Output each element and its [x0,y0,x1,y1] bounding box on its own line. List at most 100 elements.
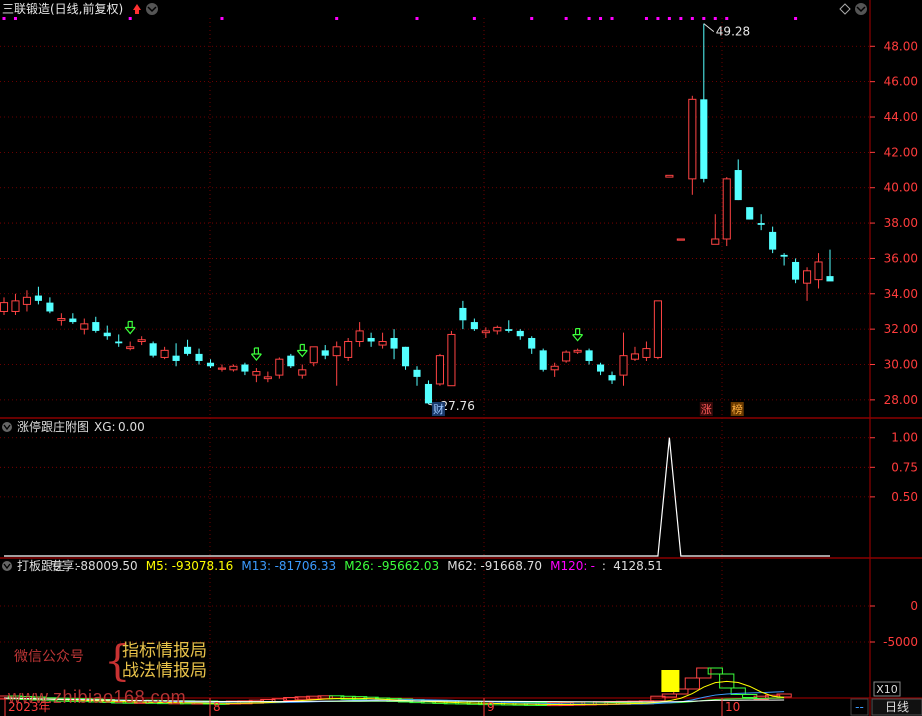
candle-body-down [459,307,467,321]
candle-body-up [22,296,32,305]
db-bar [707,667,723,675]
candle-body-down [92,322,100,331]
options-icon[interactable] [146,3,158,15]
db-tick-label: -5000 [883,635,918,649]
wechat-watermark: 微信公众号 [14,649,84,665]
candle-body-down [401,346,410,367]
event-dot [472,17,476,20]
event-dot [713,17,717,20]
price-tick-label: 40.00 [884,181,918,195]
candle-body-down [149,343,157,356]
m26-value: -95662.03 [378,559,440,573]
event-dot [725,17,729,20]
candle-body-up [0,302,9,312]
candle-body-up [344,341,353,358]
stock-chart[interactable]: 28.00 30.00 32.00 34.00 36.00 38.00 40.00 42.00… [0,0,922,716]
high-pointer [703,23,715,33]
candle-body-up [57,318,66,321]
event-dot [415,17,419,20]
event-dot [794,17,798,20]
candle-body-down [321,350,329,356]
candle-body-down [115,341,123,344]
event-dot [220,17,224,20]
m120-label: M120: [550,559,587,573]
candle-body-down [183,346,192,354]
candle-body-up [447,333,456,387]
candle-body-down [241,364,249,372]
candle-body-down [172,355,180,361]
db-bar [696,667,712,679]
candle-body-up [298,369,307,376]
db-bar [684,677,700,690]
candle-body-up [481,330,490,334]
candle-body-up [493,326,502,332]
candle-body-up [137,339,146,343]
diamond-icon[interactable] [839,3,851,15]
candle-body-down [826,276,834,282]
event-tag: 财 [433,402,444,416]
candle-body-up [688,98,697,180]
event-dot [702,17,706,20]
candle-body-up [332,346,341,357]
price-tick-label: 48.00 [884,39,918,53]
high-label: 49.28 [716,25,750,39]
low-label: 27.76 [440,399,474,413]
candle-body-up [11,300,20,312]
candle-body-up [263,376,272,380]
candle-body-down [780,254,788,257]
xg-label: XG: [94,420,116,434]
candle-body-up [653,300,662,358]
price-tick-label: 32.00 [884,322,918,336]
db-highlight [661,670,680,692]
price-tick-label: 44.00 [884,110,918,124]
date-label: 9 [487,700,495,714]
candle-body-down [424,383,433,404]
candle-body-down [608,375,616,381]
candle-body-down [757,223,765,225]
candle-body-down [792,261,800,280]
candle-body-down [585,350,593,361]
candle-body-up [217,367,227,370]
event-dot [2,17,6,20]
candle-body-up [642,348,651,358]
candle-body-down [287,355,295,367]
panel-collapse-icon[interactable] [2,561,12,571]
xg-tick-label: 0.75 [891,460,918,474]
event-dot [690,17,694,20]
candle-body-down [700,99,708,179]
candle-body-up [711,238,720,245]
event-dot [667,17,671,20]
candle-body-up [126,346,135,350]
candle-body-up [435,355,445,385]
candle-body-down [103,332,111,337]
up-arrow-icon [133,4,141,14]
date-label: 8 [213,700,221,714]
candle-body-up [573,349,582,353]
candle-body-down [195,353,203,361]
event-dot [530,17,534,20]
candle-body-down [367,337,375,342]
panel-menu-icon[interactable] [855,3,867,15]
price-tick-label: 28.00 [884,393,918,407]
candle-body-down [505,329,513,331]
candle-body-up [562,351,571,362]
candle-body-down [769,231,777,250]
candle-body-down [746,207,754,220]
event-dot [599,17,603,20]
m5-value: -93078.16 [172,559,234,573]
m26-label: M26: [344,559,374,573]
event-dot [564,17,568,20]
price-tick-label: 38.00 [884,216,918,230]
candle-body-down [206,362,215,367]
period-tab-label: 日线 [885,700,909,714]
panel-collapse-icon[interactable] [2,422,12,432]
event-dot [644,17,648,20]
candle-body-down [413,369,421,377]
event-dot [128,17,132,20]
event-dot [335,17,339,20]
price-tick-label: 30.00 [884,358,918,372]
zoom-label: X10 [876,683,898,696]
brand-line-1: 指标情报局 [122,641,207,661]
candle-body-up [160,349,169,358]
candle-body-up [550,365,559,371]
